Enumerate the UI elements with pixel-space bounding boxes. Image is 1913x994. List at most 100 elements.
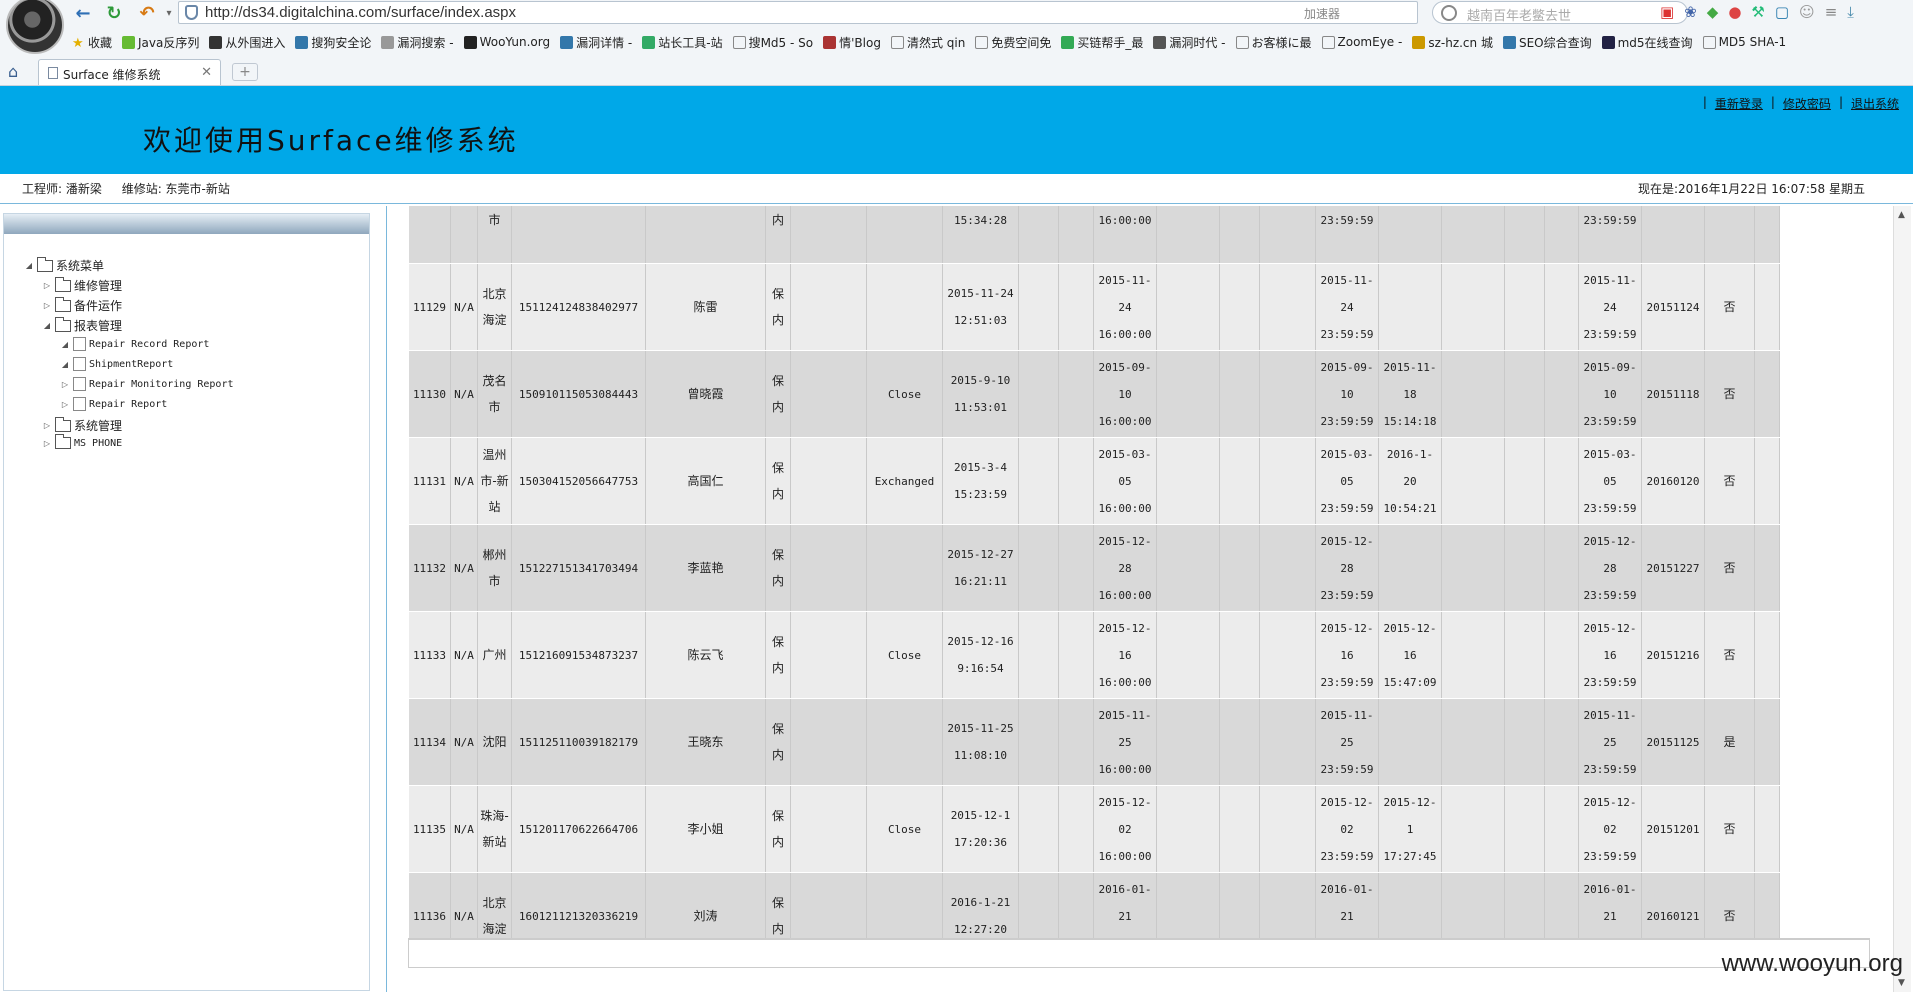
cell-sn: 151125110039182179 (511, 698, 646, 786)
undo-icon[interactable]: ↶ (136, 2, 158, 24)
bookmark-item[interactable]: SEO综合查询 (1502, 34, 1592, 51)
home-icon[interactable]: ⌂ (8, 62, 18, 81)
cell-deadline2: 2016-01-21 23:59:59 (1578, 872, 1642, 938)
bookmark-item[interactable]: sz-hz.cn 城 (1412, 34, 1493, 51)
bookmark-item[interactable]: 清然式 qin (890, 34, 965, 51)
cell-warranty: 保内 (765, 524, 791, 612)
cell-warranty: 保内 (765, 698, 791, 786)
tree-item-repair-record-report[interactable]: ◢ Repair Record Report (60, 337, 209, 351)
bookmark-item[interactable]: 从外围进入 (209, 34, 285, 51)
tree-item-repair-monitoring-report[interactable]: ▷ Repair Monitoring Report (60, 377, 234, 391)
scroll-down-icon[interactable]: ▼ (1898, 978, 1905, 988)
cell-id: 11132 (408, 524, 451, 612)
collapse-icon[interactable]: ◢ (60, 340, 70, 349)
undo-dropdown-icon[interactable]: ▾ (158, 2, 180, 24)
bookmark-item[interactable]: 搜狗安全论 (295, 34, 371, 51)
expand-icon[interactable]: ▷ (42, 421, 52, 430)
tree-item-parts-ops[interactable]: ▷ 备件运作 (42, 296, 122, 314)
folder-icon (55, 316, 71, 332)
expand-icon[interactable]: ▷ (60, 380, 70, 389)
extension-icon[interactable]: ● (1728, 3, 1741, 21)
emoji-icon[interactable]: ☺ (1799, 3, 1815, 21)
bookmark-item[interactable]: MD5 SHA-1 (1702, 35, 1786, 49)
cell-empty (1259, 611, 1316, 699)
search-input[interactable]: 越南百年老鳖去世 (1432, 1, 1688, 24)
new-tab-button[interactable]: + (232, 63, 258, 81)
cell-closed: 2015-12-16 15:47:09 (1378, 611, 1442, 699)
tree-item-shipment-report[interactable]: ◢ ShipmentReport (60, 357, 173, 371)
link-separator: | (1838, 95, 1843, 109)
bookmark-item[interactable]: 免费空间免 (975, 34, 1051, 51)
back-icon[interactable]: ← (72, 2, 94, 24)
tree-root[interactable]: ◢ 系统菜单 (24, 256, 104, 274)
cell-created: 2015-12-1 17:20:36 (942, 785, 1019, 873)
cell-flag (1704, 206, 1755, 264)
tree-item-system-mgmt[interactable]: ▷ 系统管理 (42, 416, 122, 434)
bookmark-item[interactable]: 站长工具-站 (642, 34, 723, 51)
bookmark-item[interactable]: ★ 收藏 (72, 34, 112, 51)
menu-icon[interactable]: ≡ (1825, 3, 1838, 21)
cell-empty (1754, 524, 1780, 612)
tree-item-ms-phone[interactable]: ▷ MS PHONE (42, 434, 122, 449)
bookmark-item[interactable]: 买链帮手_最 (1061, 34, 1143, 51)
tab-surface[interactable]: Surface 维修系统 ✕ (38, 59, 221, 85)
expand-icon[interactable]: ▷ (42, 301, 52, 310)
scroll-up-icon[interactable]: ▲ (1898, 210, 1905, 220)
cell-empty (1504, 872, 1545, 938)
cell-datecode: 20151118 (1641, 350, 1705, 438)
table-row[interactable]: 11135 N/A 珠海-新站 151201170622664706 李小姐 保内 Clos… (408, 785, 1780, 873)
bookmark-item[interactable]: md5在线查询 (1601, 34, 1693, 51)
relogin-link[interactable]: 重新登录 (1715, 95, 1763, 112)
accelerator-label[interactable]: 加速器 (1304, 5, 1340, 22)
account-links: | 重新登录 | 修改密码 | 退出系统 (1703, 95, 1899, 112)
collapse-icon[interactable]: ◢ (42, 321, 52, 330)
report-table-wrapper[interactable]: 市内 15:34:28 16:00:00 23:59:59 23:59:59 11129 N… (408, 206, 1870, 938)
bookmark-item[interactable]: WooYun.org (463, 35, 550, 49)
cell-status (866, 206, 943, 264)
extension-icon[interactable]: ⚒ (1751, 3, 1764, 21)
bookmark-item[interactable]: ZoomEye - (1321, 35, 1402, 49)
cell-empty (1754, 206, 1780, 264)
expand-icon[interactable]: ▷ (42, 281, 52, 290)
logout-link[interactable]: 退出系统 (1851, 95, 1899, 112)
bookmark-item[interactable]: お客様に最 (1235, 34, 1312, 51)
table-row[interactable]: 11132 N/A 郴州市 151227151341703494 李蓝艳 保内 2015-1… (408, 524, 1780, 612)
bookmark-item[interactable]: 漏洞搜索 - (381, 34, 454, 51)
change-password-link[interactable]: 修改密码 (1783, 95, 1831, 112)
extension-icon[interactable]: ▣ (1660, 3, 1674, 21)
cell-empty (1219, 350, 1260, 438)
table-row[interactable]: 11133 N/A 广州 151216091534873237 陈云飞 保内 Close 20… (408, 611, 1780, 699)
download-icon[interactable]: ⤓ (1847, 3, 1854, 21)
expand-icon[interactable]: ▷ (42, 439, 52, 448)
expand-icon[interactable]: ▷ (60, 400, 70, 409)
bookmark-favicon (463, 35, 477, 49)
collapse-icon[interactable]: ◢ (24, 261, 34, 270)
cell-datecode: 20151124 (1641, 263, 1705, 351)
table-row[interactable]: 11130 N/A 茂名市 150910115053084443 曾晓霞 保内 Close 2… (408, 350, 1780, 438)
cell-deadline2: 23:59:59 (1578, 206, 1642, 264)
tree-item-repair-report[interactable]: ▷ Repair Report (60, 397, 167, 411)
vertical-scrollbar[interactable]: ▲ ▼ (1893, 206, 1911, 992)
refresh-icon[interactable]: ↻ (103, 2, 125, 24)
tree-item-report-mgmt[interactable]: ◢ 报表管理 (42, 316, 122, 334)
bookmark-item[interactable]: 情'Blog (823, 34, 881, 51)
screenshot-icon[interactable]: ▢ (1775, 3, 1789, 21)
extension-icon[interactable]: ◆ (1707, 3, 1719, 21)
cell-empty (790, 437, 867, 525)
user-avatar[interactable] (6, 0, 64, 54)
table-row[interactable]: 11131 N/A 温州市-新站 150304152056647753 高国仁 保内 Exc… (408, 437, 1780, 525)
address-bar[interactable]: http://ds34.digitalchina.com/surface/ind… (178, 1, 1418, 24)
table-row[interactable]: 市 内 15:34:28 16:00:00 23:59:59 23:59:59 (408, 206, 1780, 264)
collapse-icon[interactable]: ◢ (60, 360, 70, 369)
extension-icon[interactable]: ❀ (1684, 3, 1697, 21)
bookmark-item[interactable]: 漏洞时代 - (1153, 34, 1226, 51)
cell-due: 2015-09-10 16:00:00 (1093, 350, 1157, 438)
close-tab-icon[interactable]: ✕ (201, 65, 212, 80)
bookmark-item[interactable]: 漏洞详情 - (560, 34, 632, 51)
bookmark-item[interactable]: Java反序列 (122, 34, 199, 51)
tree-item-repair-mgmt[interactable]: ▷ 维修管理 (42, 276, 122, 294)
table-row[interactable]: 11136 N/A 北京海淀 160121121320336219 刘涛 保内 2016-1… (408, 872, 1780, 938)
table-row[interactable]: 11129 N/A 北京海淀 151124124838402977 陈雷 保内 2015-1… (408, 263, 1780, 351)
bookmark-item[interactable]: 搜Md5 - So (732, 34, 813, 51)
table-row[interactable]: 11134 N/A 沈阳 151125110039182179 王晓东 保内 2015-11… (408, 698, 1780, 786)
